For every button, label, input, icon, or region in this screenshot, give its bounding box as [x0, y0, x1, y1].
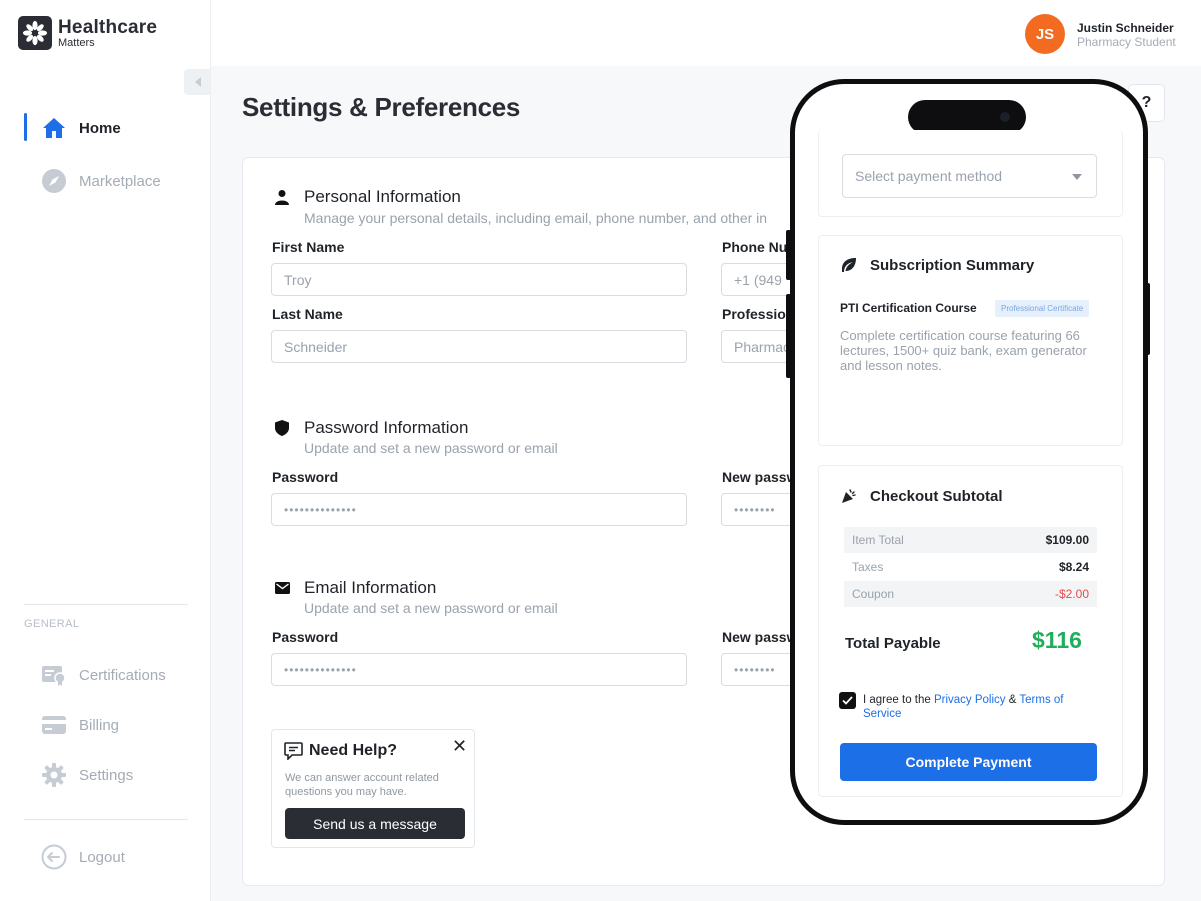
sidebar-item-label: Billing	[79, 716, 120, 734]
payment-method-select[interactable]: Select payment method	[842, 154, 1097, 198]
section-subtitle: Update and set a new password or email	[304, 440, 558, 456]
camera-icon	[1000, 112, 1010, 122]
password-section-header: Password Information	[272, 418, 468, 438]
section-title: Personal Information	[304, 187, 461, 206]
party-popper-icon	[840, 487, 858, 505]
course-description: Complete certification course featuring …	[840, 328, 1087, 373]
section-subtitle: Update and set a new password or email	[304, 600, 558, 616]
user-icon	[272, 187, 292, 207]
divider	[24, 819, 188, 820]
coupon-value: -$2.00	[1054, 587, 1089, 601]
active-indicator	[24, 113, 27, 141]
sidebar-item-marketplace[interactable]: Marketplace	[40, 167, 161, 195]
avatar[interactable]: JS	[1025, 14, 1065, 54]
first-name-input[interactable]: Troy	[271, 263, 687, 296]
need-help-card: Need Help? ✕ We can answer account relat…	[271, 729, 475, 848]
first-name-label: First Name	[272, 239, 345, 255]
complete-payment-button[interactable]: Complete Payment	[840, 743, 1097, 781]
page-title: Settings & Preferences	[242, 92, 521, 122]
sidebar-item-label: Home	[79, 119, 121, 137]
email-new-password-label: New passw	[722, 629, 798, 645]
logout-icon	[40, 843, 68, 871]
section-title: Email Information	[304, 578, 437, 597]
email-new-password-input[interactable]: ••••••••	[721, 653, 801, 686]
section-subtitle: Manage your personal details, including …	[304, 210, 768, 226]
credit-card-icon	[40, 711, 68, 739]
summary-title: Subscription Summary	[870, 256, 1035, 274]
home-icon	[40, 114, 68, 142]
subtotal-title: Checkout Subtotal	[870, 487, 1003, 505]
line-label: Taxes	[852, 560, 884, 574]
line-item-row: Item Total $109.00	[844, 527, 1097, 553]
envelope-icon	[272, 578, 292, 598]
course-badge: Professional Certificate	[995, 300, 1090, 317]
profession-label: Professio	[722, 306, 786, 322]
new-password-input[interactable]: ••••••••	[721, 493, 801, 526]
sidebar-item-logout[interactable]: Logout	[40, 843, 125, 871]
close-icon[interactable]: ✕	[452, 736, 467, 757]
agree-text: I agree to the Privacy Policy & Terms of…	[863, 693, 1088, 721]
line-item-row: Taxes $8.24	[844, 554, 1097, 580]
collapse-sidebar-button[interactable]	[184, 69, 211, 95]
help-text: We can answer account related questions …	[285, 772, 439, 798]
line-label: Coupon	[852, 587, 895, 601]
certificate-icon	[40, 661, 68, 689]
checkout-subtotal-header: Checkout Subtotal	[840, 487, 1003, 505]
new-password-label: New passw	[722, 469, 798, 485]
sidebar-item-billing[interactable]: Billing	[40, 711, 119, 739]
email-section-header: Email Information	[272, 578, 436, 598]
line-value: $109.00	[1045, 533, 1089, 547]
divider	[24, 604, 188, 605]
password-label: Password	[272, 469, 339, 485]
email-password-label: Password	[272, 629, 339, 645]
compass-icon	[40, 167, 68, 195]
last-name-label: Last Name	[272, 306, 343, 322]
sidebar-item-label: Logout	[79, 848, 125, 866]
leaf-icon	[840, 256, 858, 274]
send-message-button[interactable]: Send us a message	[285, 808, 465, 839]
section-title: Password Information	[304, 418, 469, 437]
agree-ampersand: &	[1005, 694, 1020, 706]
password-input[interactable]: ••••••••••••••	[271, 493, 687, 526]
brand-title: Healthcare	[58, 16, 158, 38]
sidebar-item-certifications[interactable]: Certifications	[40, 661, 166, 689]
sidebar-item-home[interactable]: Home	[40, 114, 121, 142]
brand-logo[interactable]: Healthcare Matters	[18, 16, 157, 50]
personal-section-header: Personal Information	[272, 187, 461, 207]
sidebar-item-settings[interactable]: Settings	[40, 761, 133, 789]
line-label: Item Total	[852, 533, 904, 547]
agree-prefix: I agree to the	[863, 694, 934, 706]
privacy-policy-link[interactable]: Privacy Policy	[934, 694, 1006, 706]
subscription-summary-header: Subscription Summary	[840, 256, 1034, 274]
brand-subtitle: Matters	[58, 36, 95, 49]
check-icon	[842, 696, 853, 705]
chat-icon	[284, 742, 303, 765]
payment-method-placeholder: Select payment method	[855, 168, 1003, 184]
sidebar: Healthcare Matters Home Marketplace GENE…	[0, 0, 211, 901]
flower-logo-icon	[18, 16, 52, 50]
line-value: $8.24	[1058, 560, 1089, 574]
user-name: Justin Schneider	[1077, 21, 1174, 35]
line-item-row: Coupon -$2.00	[844, 581, 1097, 607]
help-title: Need Help?	[309, 742, 398, 759]
agree-checkbox[interactable]	[839, 692, 856, 709]
gear-icon	[40, 761, 68, 789]
last-name-input[interactable]: Schneider	[271, 330, 687, 363]
email-password-input[interactable]: ••••••••••••••	[271, 653, 687, 686]
total-payable-value: $116	[1032, 627, 1082, 653]
course-name: PTI Certification Course	[840, 301, 977, 315]
dynamic-island	[908, 100, 1026, 134]
shield-icon	[272, 418, 292, 438]
general-section-label: GENERAL	[24, 618, 80, 630]
total-payable-label: Total Payable	[845, 635, 941, 652]
user-role: Pharmacy Student	[1077, 35, 1176, 49]
sidebar-item-label: Settings	[79, 766, 134, 784]
chevron-down-icon	[1072, 174, 1082, 180]
sidebar-item-label: Certifications	[79, 666, 166, 684]
chevron-left-icon	[194, 77, 201, 87]
sidebar-item-label: Marketplace	[79, 172, 161, 190]
